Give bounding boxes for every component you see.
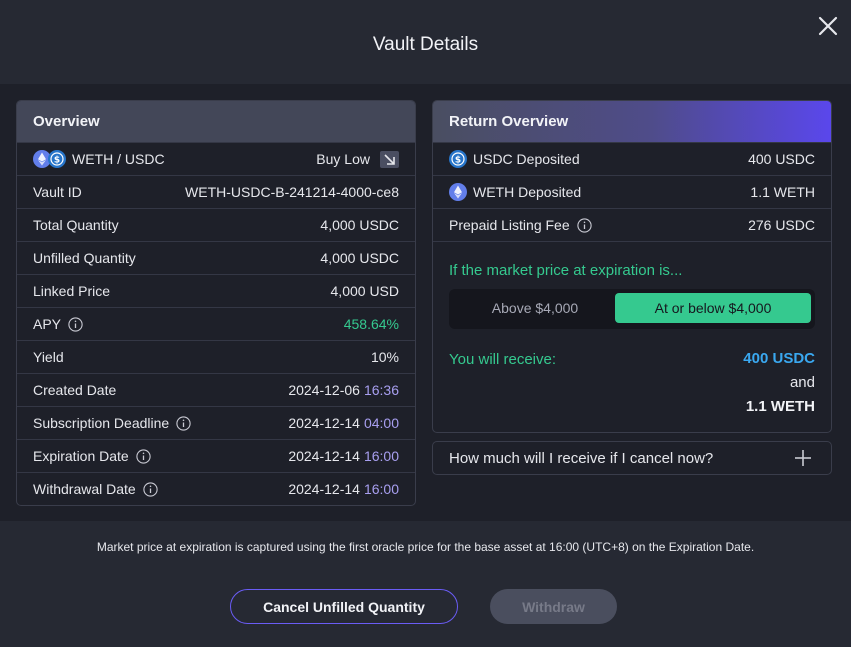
close-button[interactable]	[817, 15, 839, 37]
usdc-icon: $	[449, 150, 467, 168]
created-date-value: 2024-12-06	[288, 382, 360, 398]
option-at-or-below[interactable]: At or below $4,000	[615, 293, 811, 323]
overview-card: Overview $ WETH / USDC Buy Low Vault ID …	[16, 100, 416, 506]
expiration-date-row: Expiration Date 2024-12-14 16:00	[17, 439, 415, 472]
expiration-date-value: 2024-12-14	[288, 448, 360, 464]
withdraw-button: Withdraw	[490, 589, 617, 624]
withdrawal-date-row: Withdrawal Date 2024-12-14 16:00	[17, 472, 415, 505]
eth-icon	[449, 183, 467, 201]
linked-price-value: 4,000 USD	[330, 283, 399, 299]
info-icon[interactable]	[136, 448, 151, 464]
expiration-time-value: 16:00	[363, 448, 399, 464]
yield-row: Yield 10%	[17, 340, 415, 373]
vault-id-value: WETH-USDC-B-241214-4000-ce8	[185, 184, 399, 200]
created-time-value: 16:36	[363, 382, 399, 398]
cancel-estimate-expander[interactable]: How much will I receive if I cancel now?	[432, 441, 832, 475]
weth-deposited-row: WETH Deposited 1.1 WETH	[433, 175, 831, 208]
withdrawal-time-value: 16:00	[363, 481, 399, 497]
price-scenario-toggle: Above $4,000 At or below $4,000	[449, 289, 815, 329]
svg-text:$: $	[455, 156, 461, 166]
cancel-estimate-label: How much will I receive if I cancel now?	[449, 449, 714, 467]
info-icon[interactable]	[143, 481, 158, 497]
created-date-row: Created Date 2024-12-06 16:36	[17, 373, 415, 406]
unfilled-quantity-row: Unfilled Quantity 4,000 USDC	[17, 241, 415, 274]
usdc-icon: $	[48, 150, 66, 168]
arrow-down-right-icon	[380, 150, 399, 168]
apy-row: APY 458.64%	[17, 307, 415, 340]
info-icon[interactable]	[68, 316, 83, 332]
scenario-section: If the market price at expiration is... …	[433, 241, 831, 432]
vault-id-row: Vault ID WETH-USDC-B-241214-4000-ce8	[17, 175, 415, 208]
overview-heading: Overview	[17, 101, 415, 142]
close-icon	[818, 16, 838, 36]
direction-label: Buy Low	[316, 151, 370, 167]
cancel-unfilled-quantity-button[interactable]: Cancel Unfilled Quantity	[230, 589, 458, 624]
total-quantity-row: Total Quantity 4,000 USDC	[17, 208, 415, 241]
subscription-deadline-date: 2024-12-14	[288, 415, 360, 431]
usdc-deposited-value: 400 USDC	[748, 151, 815, 167]
modal-body: Overview $ WETH / USDC Buy Low Vault ID …	[0, 84, 851, 521]
pair-label: WETH / USDC	[72, 151, 165, 167]
pair-row: $ WETH / USDC Buy Low	[17, 142, 415, 175]
info-icon[interactable]	[176, 415, 191, 431]
vault-details-modal: Vault Details Overview $ WETH / USDC Buy…	[0, 0, 851, 647]
modal-footer: Market price at expiration is captured u…	[0, 521, 851, 647]
subscription-deadline-row: Subscription Deadline 2024-12-14 04:00	[17, 406, 415, 439]
return-overview-card: Return Overview $ USDC Deposited 400 USD…	[432, 100, 832, 433]
receive-value-usdc: 400 USDC	[743, 350, 815, 367]
svg-text:$: $	[54, 156, 60, 166]
return-overview-heading: Return Overview	[433, 101, 831, 142]
receive-and: and	[789, 374, 815, 391]
usdc-deposited-row: $ USDC Deposited 400 USDC	[433, 142, 831, 175]
subscription-deadline-time: 04:00	[363, 415, 399, 431]
pair-icons: $	[33, 150, 66, 168]
receive-summary: You will receive: 400 USDC and 1.1 WETH	[449, 350, 815, 431]
yield-value: 10%	[370, 349, 399, 365]
prepaid-listing-fee-value: 276 USDC	[748, 217, 815, 233]
receive-value-weth: 1.1 WETH	[745, 398, 815, 415]
plus-icon	[793, 448, 813, 468]
info-icon[interactable]	[576, 217, 592, 233]
linked-price-row: Linked Price 4,000 USD	[17, 274, 415, 307]
option-above[interactable]: Above $4,000	[453, 293, 617, 323]
total-quantity-value: 4,000 USDC	[320, 217, 399, 233]
prepaid-listing-fee-row: Prepaid Listing Fee 276 USDC	[433, 208, 831, 241]
apy-value: 458.64%	[343, 316, 399, 332]
withdrawal-date-value: 2024-12-14	[288, 481, 360, 497]
expiration-disclaimer: Market price at expiration is captured u…	[96, 540, 755, 554]
modal-header: Vault Details	[0, 0, 851, 84]
receive-label: You will receive:	[449, 351, 556, 368]
modal-title: Vault Details	[372, 34, 479, 55]
scenario-question: If the market price at expiration is...	[449, 262, 683, 279]
unfilled-quantity-value: 4,000 USDC	[320, 250, 399, 266]
weth-deposited-value: 1.1 WETH	[750, 184, 815, 200]
